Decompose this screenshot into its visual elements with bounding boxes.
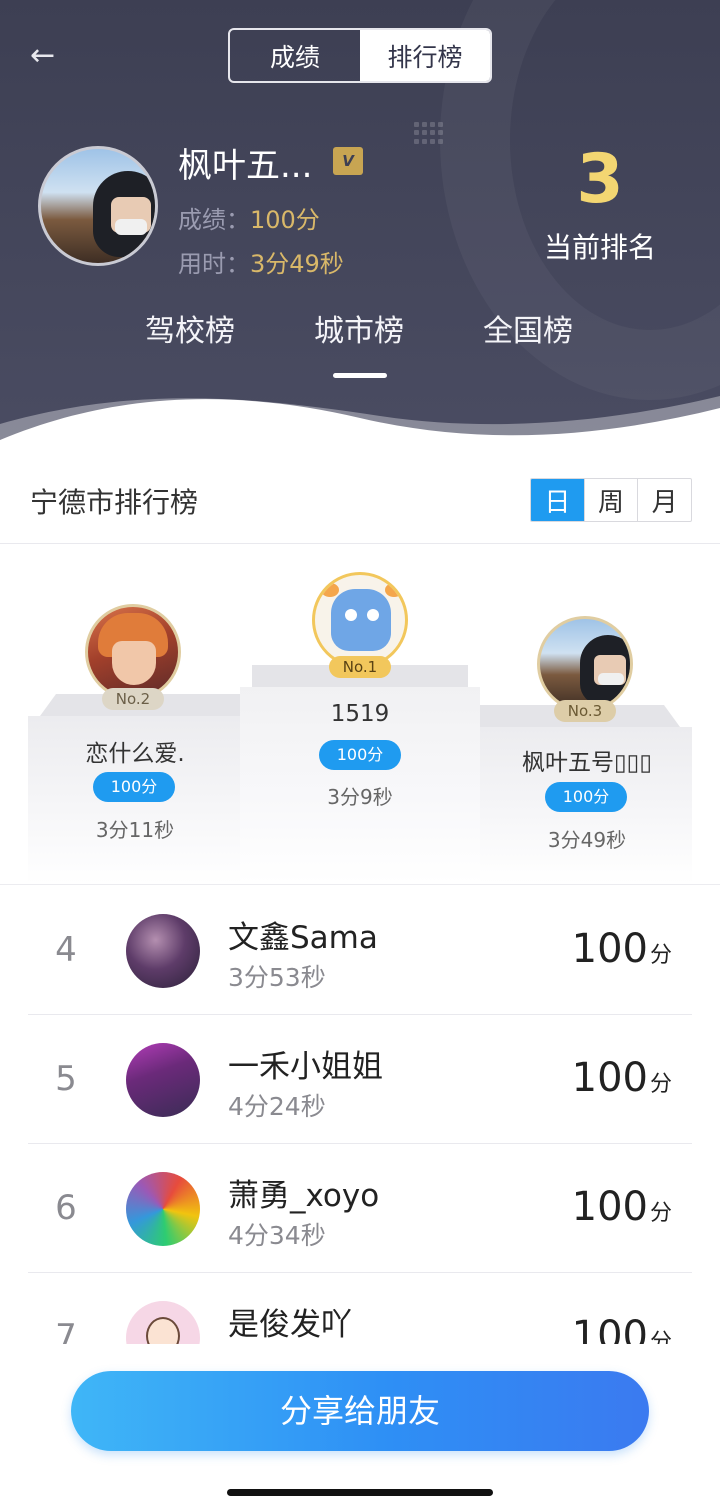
player-name: 一禾小姐姐 bbox=[228, 1049, 383, 1085]
board-tabs: 驾校榜 城市榜 全国榜 bbox=[0, 306, 720, 356]
podium: No.1 No.2 No.3 1519 恋什么爱. 枫叶五号▯▯▯ 100分 1… bbox=[0, 544, 720, 884]
podium-1-name: 1519 bbox=[330, 701, 390, 727]
rank-number: 6 bbox=[55, 1188, 77, 1228]
rank-tag-2: No.2 bbox=[102, 688, 164, 710]
player-time: 4分34秒 bbox=[228, 1221, 326, 1250]
podium-3-score: 100分 bbox=[545, 782, 627, 812]
user-avatar[interactable] bbox=[38, 146, 158, 266]
podium-3-name: 枫叶五号▯▯▯ bbox=[522, 750, 652, 776]
ranking-page: ← 成绩 排行榜 枫叶五... V 成绩：100分 用时：3分49秒 3 当前排… bbox=[0, 0, 720, 1504]
divider bbox=[0, 884, 720, 885]
player-score: 100分 bbox=[571, 1313, 672, 1344]
tab-indicator bbox=[333, 373, 387, 378]
player-time: 4分24秒 bbox=[228, 1092, 326, 1121]
header-wave bbox=[0, 396, 720, 450]
user-time: 用时：3分49秒 bbox=[178, 244, 344, 279]
current-rank-label: 当前排名 bbox=[543, 231, 656, 264]
vip-badge-icon: V bbox=[333, 147, 363, 175]
avatar[interactable] bbox=[126, 1172, 200, 1246]
podium-1-time: 3分9秒 bbox=[327, 785, 393, 809]
player-score: 100分 bbox=[571, 1184, 672, 1230]
player-time: 3分53秒 bbox=[228, 963, 326, 992]
tab-city-board[interactable]: 城市榜 bbox=[284, 306, 434, 350]
rank-number: 5 bbox=[55, 1059, 77, 1099]
player-score: 100分 bbox=[571, 926, 672, 972]
player-name: 萧勇_xoyo bbox=[228, 1178, 380, 1214]
player-name: 是俊发吖 bbox=[228, 1307, 352, 1343]
period-switch: 日 周 月 bbox=[530, 478, 692, 522]
top-tab-switch: 成绩 排行榜 bbox=[228, 28, 492, 83]
podium-3-avatar[interactable] bbox=[537, 616, 633, 712]
podium-3-time: 3分49秒 bbox=[547, 828, 627, 852]
rank-tag-3: No.3 bbox=[554, 700, 616, 722]
podium-2-name: 恋什么爱. bbox=[85, 741, 185, 767]
podium-2-avatar[interactable] bbox=[85, 604, 181, 700]
score-label: 成绩： bbox=[178, 206, 250, 234]
rank-tag-1: No.1 bbox=[329, 656, 391, 678]
back-arrow-icon[interactable]: ← bbox=[30, 38, 70, 74]
user-name: 枫叶五... bbox=[178, 146, 313, 186]
tab-national-board[interactable]: 全国榜 bbox=[453, 306, 603, 350]
time-value: 3分49秒 bbox=[250, 250, 344, 278]
avatar[interactable] bbox=[126, 1043, 200, 1117]
tab-leaderboard[interactable]: 排行榜 bbox=[360, 30, 490, 81]
avatar[interactable] bbox=[126, 1301, 200, 1344]
player-name: 文鑫Sama bbox=[228, 920, 378, 956]
score-value: 100分 bbox=[250, 206, 320, 234]
podium-2-score: 100分 bbox=[93, 772, 175, 802]
home-indicator bbox=[227, 1489, 493, 1496]
period-day[interactable]: 日 bbox=[531, 479, 584, 521]
section-title: 宁德市排行榜 bbox=[30, 486, 199, 519]
period-week[interactable]: 周 bbox=[583, 479, 638, 521]
current-rank-number: 3 bbox=[576, 140, 624, 219]
podium-2-time: 3分11秒 bbox=[95, 818, 175, 842]
list-item[interactable]: 5 一禾小姐姐 4分24秒 100分 bbox=[28, 1015, 692, 1144]
list-item[interactable]: 4 文鑫Sama 3分53秒 100分 bbox=[28, 886, 692, 1015]
list-item[interactable]: 7 是俊发吖 100分 bbox=[28, 1273, 692, 1344]
rank-number: 4 bbox=[55, 930, 77, 970]
tab-score[interactable]: 成绩 bbox=[230, 30, 360, 81]
podium-1-avatar[interactable] bbox=[312, 572, 408, 668]
period-month[interactable]: 月 bbox=[637, 479, 691, 521]
avatar[interactable] bbox=[126, 914, 200, 988]
podium-1-score: 100分 bbox=[319, 740, 401, 770]
header: ← 成绩 排行榜 枫叶五... V 成绩：100分 用时：3分49秒 3 当前排… bbox=[0, 0, 720, 450]
tab-school-board[interactable]: 驾校榜 bbox=[115, 306, 265, 350]
user-score: 成绩：100分 bbox=[178, 200, 320, 235]
dots-decoration-icon bbox=[414, 122, 444, 144]
share-button[interactable]: 分享给朋友 bbox=[71, 1371, 649, 1451]
ranking-list: 4 文鑫Sama 3分53秒 100分 5 一禾小姐姐 4分24秒 100分 6… bbox=[0, 886, 720, 1344]
time-label: 用时： bbox=[178, 250, 250, 278]
player-score: 100分 bbox=[571, 1055, 672, 1101]
rank-number: 7 bbox=[55, 1317, 77, 1344]
list-item[interactable]: 6 萧勇_xoyo 4分34秒 100分 bbox=[28, 1144, 692, 1273]
